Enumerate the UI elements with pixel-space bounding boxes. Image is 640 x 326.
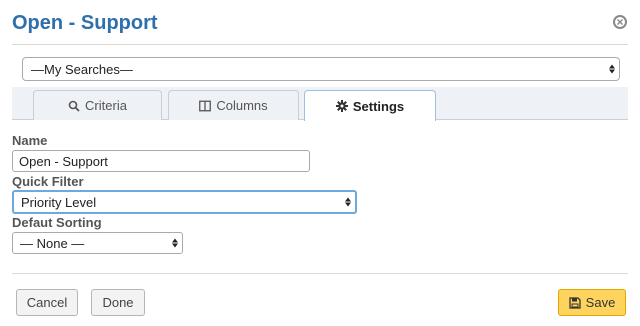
- tab-criteria[interactable]: Criteria: [33, 90, 162, 120]
- quick-filter-value: Priority Level: [21, 194, 97, 210]
- select-arrows-icon: [609, 64, 615, 74]
- tab-settings[interactable]: Settings: [304, 90, 436, 121]
- name-input[interactable]: [12, 150, 310, 172]
- my-searches-value: —My Searches—: [31, 61, 133, 77]
- tab-columns[interactable]: Columns: [168, 90, 299, 120]
- default-sorting-label: Defaut Sorting: [12, 215, 102, 230]
- close-icon: [617, 19, 623, 25]
- name-label: Name: [12, 133, 48, 148]
- tab-settings-label: Settings: [352, 98, 405, 114]
- quick-filter-select[interactable]: Priority Level: [12, 190, 357, 214]
- search-icon: [68, 100, 80, 112]
- default-sorting-select[interactable]: — None —: [12, 232, 183, 254]
- select-arrows-icon: [172, 238, 178, 248]
- done-button[interactable]: Done: [91, 289, 145, 316]
- cancel-button[interactable]: Cancel: [16, 289, 78, 316]
- tab-columns-label: Columns: [216, 98, 268, 113]
- gear-icon: [335, 100, 348, 112]
- tab-criteria-label: Criteria: [85, 98, 127, 113]
- select-arrows-icon: [345, 197, 351, 207]
- default-sorting-value: — None —: [20, 235, 85, 251]
- save-icon: [569, 296, 581, 309]
- quick-filter-label: Quick Filter: [12, 174, 84, 189]
- footer-divider: [12, 273, 628, 274]
- cancel-button-label: Cancel: [26, 295, 68, 310]
- my-searches-select[interactable]: —My Searches—: [22, 57, 620, 81]
- title-divider: [12, 44, 628, 45]
- done-button-label: Done: [102, 295, 134, 310]
- columns-icon: [199, 100, 212, 111]
- save-button[interactable]: Save: [558, 289, 626, 316]
- dialog-title: Open - Support: [12, 12, 158, 34]
- save-button-label: Save: [585, 295, 616, 310]
- close-button[interactable]: [613, 15, 627, 29]
